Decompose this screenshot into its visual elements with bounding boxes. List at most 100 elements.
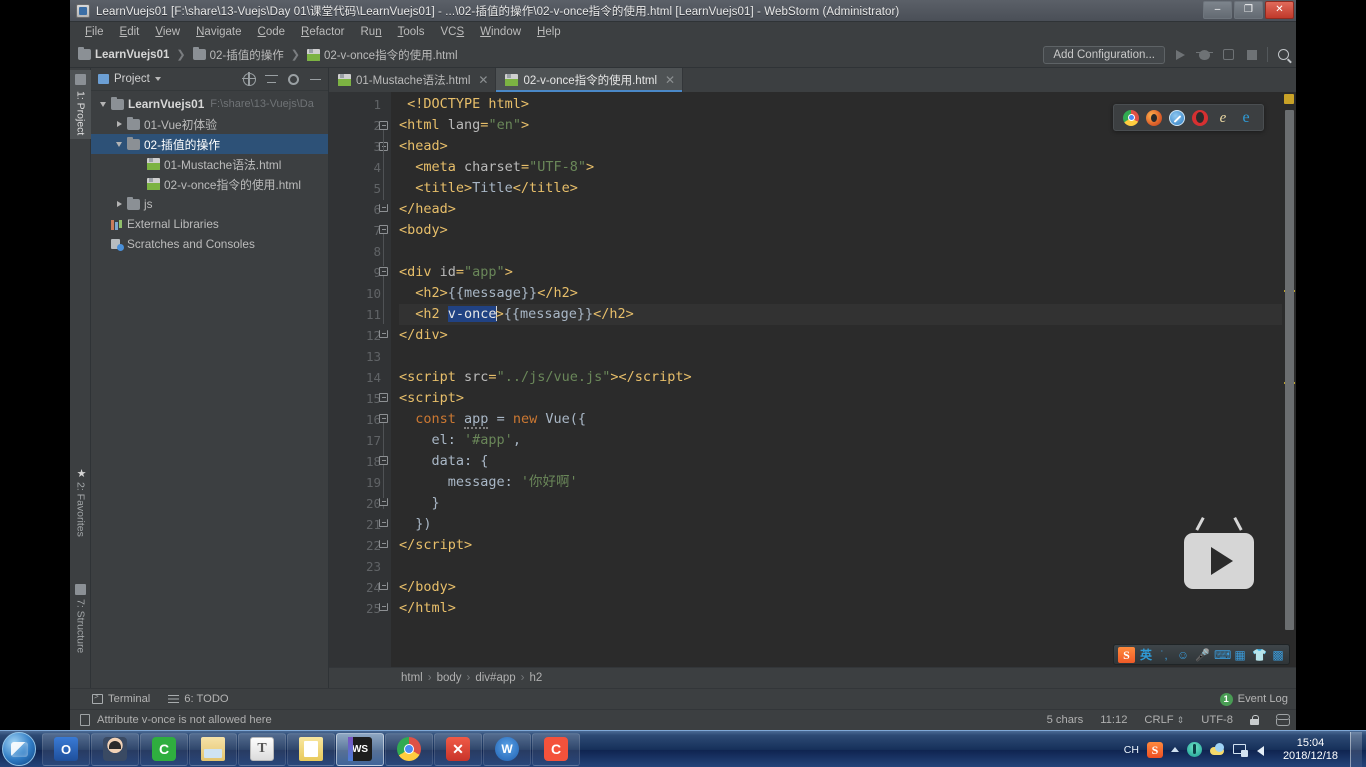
breadcrumb-item-file[interactable]: 02-v-once指令的使用.html [306, 47, 458, 63]
fold-marker[interactable] [379, 456, 388, 465]
minimize-button[interactable]: – [1203, 1, 1232, 19]
menu-tools[interactable]: Tools [390, 24, 433, 40]
ime-punctuation-icon[interactable]: ˙, [1157, 648, 1171, 662]
editor-tab-mustache[interactable]: 01-Mustache语法.html ✕ [329, 68, 497, 92]
breadcrumb-h2[interactable]: h2 [530, 672, 543, 684]
database-icon[interactable] [1276, 714, 1290, 726]
fold-marker[interactable] [379, 414, 388, 423]
ime-toolbar[interactable]: S 英 ˙, ☺ 🎤 ⌨ ▦ 👕 ▩ [1112, 644, 1290, 665]
run-button[interactable] [1171, 46, 1189, 64]
fold-marker[interactable] [379, 498, 388, 506]
event-log-button[interactable]: 1 Event Log [1219, 692, 1288, 706]
add-configuration-button[interactable]: Add Configuration... [1043, 45, 1165, 64]
stop-button[interactable] [1243, 46, 1261, 64]
chevron-down-icon[interactable] [154, 77, 161, 81]
breadcrumb-html[interactable]: html [401, 672, 423, 684]
chrome-icon[interactable] [1123, 109, 1139, 126]
inspection-status-icon[interactable] [1284, 94, 1294, 104]
menu-code[interactable]: Code [250, 24, 294, 40]
close-icon[interactable]: ✕ [478, 73, 488, 87]
target-icon[interactable] [242, 71, 256, 86]
tree-row-mustache-html[interactable]: 01-Mustache语法.html [91, 154, 328, 174]
tree-row-scratches[interactable]: Scratches and Consoles [91, 234, 328, 254]
fold-marker[interactable] [379, 121, 388, 130]
menu-help[interactable]: Help [529, 24, 569, 40]
show-hidden-icons-button[interactable] [1170, 747, 1179, 752]
tool-button-favorites[interactable]: ★ 2: Favorites [70, 463, 91, 541]
fold-marker[interactable] [379, 330, 388, 338]
breadcrumb-item-project[interactable]: LearnVuejs01 [78, 47, 169, 61]
menu-view[interactable]: View [147, 24, 188, 40]
tool-button-todo[interactable]: 6: TODO [168, 693, 229, 705]
safari-icon[interactable] [1169, 109, 1185, 126]
caret-position[interactable]: 11:12 [1100, 714, 1127, 726]
menu-navigate[interactable]: Navigate [188, 24, 249, 40]
sogou-tray-icon[interactable]: S [1146, 741, 1163, 758]
debug-button[interactable] [1195, 46, 1213, 64]
editor-marker-bar[interactable] [1282, 92, 1296, 667]
editor-gutter[interactable]: 1 2 3 4 5 6 7 8 9 10 11 12 13 14 15 16 1… [329, 92, 391, 667]
collapse-all-icon[interactable] [265, 73, 278, 86]
tree-row-learnvuejs01[interactable]: LearnVuejs01 F:\share\13-Vuejs\Da [91, 94, 328, 114]
menu-edit[interactable]: Edit [112, 24, 148, 40]
volume-icon[interactable] [1256, 742, 1271, 757]
taskbar-item-typora[interactable]: T [238, 732, 286, 766]
taskbar-item-outlook[interactable] [42, 732, 90, 766]
opera-icon[interactable] [1192, 109, 1208, 126]
toolbox-icon[interactable]: ▩ [1271, 648, 1285, 662]
emoji-icon[interactable]: ☺ [1176, 648, 1190, 662]
menu-window[interactable]: Window [472, 24, 529, 40]
taskbar-item-wps[interactable] [483, 732, 531, 766]
tool-button-project[interactable]: 1: Project [70, 70, 91, 140]
show-desktop-button[interactable] [1350, 732, 1362, 767]
fold-marker[interactable] [379, 540, 388, 548]
tool-button-terminal[interactable]: Terminal [92, 692, 150, 705]
breadcrumb-item-folder[interactable]: 02-插值的操作 [192, 47, 284, 63]
voice-icon[interactable]: 🎤 [1195, 648, 1210, 662]
editor-tab-vonce[interactable]: 02-v-once指令的使用.html ✕ [496, 68, 684, 92]
tool-button-structure[interactable]: 7: Structure [70, 580, 91, 657]
gear-icon[interactable] [288, 73, 299, 85]
lock-icon[interactable] [1250, 715, 1259, 725]
run-with-coverage-button[interactable] [1219, 46, 1237, 64]
tree-row-external-libraries[interactable]: External Libraries [91, 214, 328, 234]
screenshot-icon[interactable]: ▦ [1233, 648, 1247, 662]
start-button[interactable] [2, 732, 36, 766]
scrollbar-thumb[interactable] [1285, 110, 1294, 630]
expand-arrow[interactable] [111, 121, 127, 127]
sogou-logo-icon[interactable]: S [1117, 646, 1135, 663]
code-text-area[interactable]: <!DOCTYPE html> <html lang="en"> <head> … [391, 92, 1282, 667]
fold-marker[interactable] [379, 204, 388, 212]
breadcrumb-body[interactable]: body [437, 672, 462, 684]
antivirus-tray-icon[interactable] [1186, 742, 1202, 757]
taskbar-item-xmind[interactable] [434, 732, 482, 766]
taskbar-item-camtasia2[interactable]: C [532, 732, 580, 766]
taskbar-item-chrome[interactable] [385, 732, 433, 766]
cloud-tray-icon[interactable] [1209, 742, 1225, 757]
breadcrumb-div-app[interactable]: div#app [475, 672, 515, 684]
taskbar-item-qq[interactable] [91, 732, 139, 766]
menu-file[interactable]: File [77, 24, 112, 40]
tree-row-01-vue[interactable]: 01-Vue初体验 [91, 114, 328, 134]
internet-explorer-icon[interactable]: e [1215, 110, 1231, 126]
skin-icon[interactable]: 👕 [1252, 648, 1267, 662]
menu-run[interactable]: Run [353, 24, 390, 40]
taskbar-item-notes[interactable] [287, 732, 335, 766]
taskbar-item-camtasia[interactable]: C [140, 732, 188, 766]
network-icon[interactable] [1232, 742, 1248, 757]
edge-icon[interactable]: e [1238, 109, 1254, 126]
close-button[interactable]: ✕ [1265, 1, 1294, 19]
fold-marker[interactable] [379, 519, 388, 527]
line-separator[interactable]: CRLF ⇕ [1144, 714, 1184, 726]
expand-arrow[interactable] [111, 141, 127, 147]
taskbar-item-webstorm[interactable]: WS [336, 732, 384, 766]
minimize-icon[interactable] [309, 73, 322, 86]
tree-row-02-interpolation[interactable]: 02-插值的操作 [91, 134, 328, 154]
maximize-button[interactable]: ❐ [1234, 1, 1263, 19]
fold-marker[interactable] [379, 603, 388, 611]
file-encoding[interactable]: UTF-8 [1201, 714, 1233, 726]
expand-arrow[interactable] [95, 101, 111, 107]
close-icon[interactable]: ✕ [665, 73, 675, 87]
taskbar-item-explorer[interactable] [189, 732, 237, 766]
fold-marker[interactable] [379, 267, 388, 276]
